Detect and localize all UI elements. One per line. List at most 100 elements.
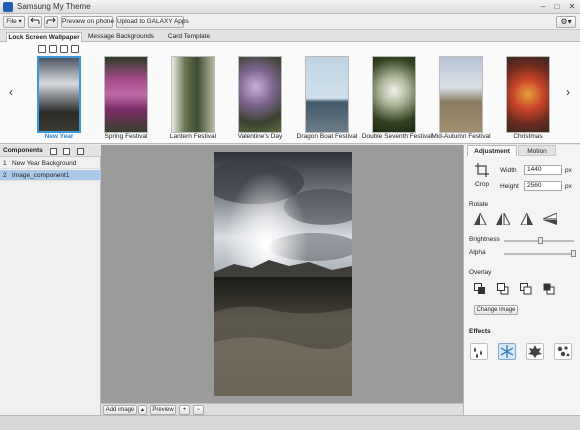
component-name: New Year Background — [12, 160, 77, 167]
delete-component-icon[interactable] — [77, 148, 84, 155]
wallpaper-gallery: ‹ › New Year Spring Festival Lantern Fes… — [0, 42, 580, 144]
bring-to-front-icon[interactable] — [474, 283, 486, 295]
zoom-in-button[interactable]: + — [179, 405, 190, 415]
width-field[interactable]: 1440 — [524, 165, 562, 175]
thumbnail-dragon-boat-festival[interactable] — [305, 56, 349, 133]
width-label: Width — [500, 167, 517, 174]
thumbnail-label: Dragon Boat Festival — [296, 133, 358, 140]
undo-icon — [30, 17, 40, 24]
thumbnail-double-seventh-festival[interactable] — [372, 56, 416, 133]
add-image-button[interactable]: Add image — [103, 405, 137, 415]
send-to-back-icon[interactable] — [543, 283, 555, 295]
preview-on-phone-button[interactable]: Preview on phone — [61, 16, 114, 28]
redo-icon — [46, 17, 56, 24]
send-backward-icon[interactable] — [520, 283, 532, 295]
components-title: Components — [3, 147, 43, 154]
close-button[interactable]: ✕ — [565, 1, 579, 13]
undo-button[interactable] — [28, 16, 42, 28]
status-bar — [0, 415, 580, 430]
title-bar: Samsung My Theme – □ ✕ — [0, 0, 580, 14]
flip-vertical-icon[interactable] — [542, 212, 558, 225]
tab-card-template[interactable]: Card Template — [160, 32, 218, 42]
zoom-out-button[interactable]: − — [193, 405, 204, 415]
thumbnail-valentines-day[interactable] — [238, 56, 282, 133]
delete-icon[interactable] — [71, 45, 79, 53]
gallery-prev-button[interactable]: ‹ — [6, 86, 16, 98]
maximize-button[interactable]: □ — [550, 1, 564, 13]
template-tabs: Lock Screen Wallpaper Message Background… — [0, 30, 580, 43]
thumbnail-label: Lantern Festival — [169, 133, 217, 140]
brightness-slider-handle[interactable] — [538, 237, 543, 244]
component-row[interactable]: 1 New Year Background — [0, 158, 101, 169]
thumbnail-label: New Year — [44, 133, 74, 140]
component-number: 2 — [3, 172, 7, 179]
thumbnail-label: Double Seventh Festival — [361, 133, 433, 140]
minimize-button[interactable]: – — [536, 1, 550, 13]
snowflake-icon — [500, 345, 514, 358]
samsung-theme-app-icon — [3, 2, 13, 12]
component-number: 1 — [3, 160, 7, 167]
rotate-left-icon[interactable] — [473, 212, 487, 226]
component-name: Image_component1 — [12, 172, 70, 179]
settings-button[interactable]: ⚙▾ — [556, 16, 576, 28]
main-toolbar: File ▾ Preview on phone Upload to GALAXY… — [0, 14, 580, 30]
editing-canvas[interactable] — [101, 145, 463, 403]
thumbnail-label: Spring Festival — [104, 133, 148, 140]
bring-forward-icon[interactable] — [497, 283, 509, 295]
thumbnail-label: Mid-Autumn Festival — [431, 133, 491, 140]
height-label: Height — [500, 183, 519, 190]
flip-horizontal-icon[interactable] — [496, 212, 511, 226]
thumbnail-mid-autumn-festival[interactable] — [439, 56, 483, 133]
window-title: Samsung My Theme — [17, 2, 91, 11]
change-image-button[interactable]: Change image — [474, 305, 518, 315]
crop-label: Crop — [475, 181, 490, 188]
thumbnail-spring-festival[interactable] — [104, 56, 148, 133]
add-image-dropdown-button[interactable]: ▴ — [138, 405, 147, 415]
raindrops-icon — [474, 347, 482, 358]
effect-snow-button[interactable] — [498, 343, 516, 360]
overlay-label: Overlay — [469, 269, 492, 276]
petals-icon — [557, 346, 570, 357]
alpha-slider-handle[interactable] — [571, 250, 576, 257]
file-menu-button[interactable]: File ▾ — [3, 16, 25, 28]
height-unit: px — [565, 183, 572, 190]
maple-leaf-icon — [528, 345, 542, 358]
zoom-in-icon: + — [182, 407, 187, 413]
gallery-next-button[interactable]: › — [563, 86, 573, 98]
alpha-slider-track[interactable] — [504, 253, 574, 255]
preview-button[interactable]: Preview — [150, 405, 176, 415]
upload-to-galaxy-apps-button[interactable]: Upload to GALAXY Apps — [116, 16, 189, 28]
tab-motion[interactable]: Motion — [518, 145, 556, 156]
cut-icon[interactable] — [49, 45, 57, 53]
new-year-landscape-image — [214, 152, 352, 396]
wallpaper-preview-image[interactable] — [214, 152, 352, 396]
redo-button[interactable] — [44, 16, 58, 28]
height-field[interactable]: 2560 — [524, 181, 562, 191]
duplicate-component-icon[interactable] — [63, 148, 70, 155]
tab-adjustment[interactable]: Adjustment — [467, 145, 517, 156]
alpha-label: Alpha — [469, 249, 486, 256]
rotate-label: Rotate — [469, 201, 489, 208]
effect-rain-button[interactable] — [470, 343, 488, 360]
add-component-icon[interactable] — [50, 148, 57, 155]
copy-icon[interactable] — [38, 45, 46, 53]
width-unit: px — [565, 167, 572, 174]
properties-panel: Adjustment Motion Crop Width 1440 px Hei… — [463, 145, 580, 415]
canvas-bottom-bar: Add image ▴ Preview + − — [101, 403, 463, 415]
thumbnail-christmas[interactable] — [506, 56, 550, 133]
thumbnail-label: Valentine's Day — [237, 133, 283, 140]
tab-message-backgrounds[interactable]: Message Backgrounds — [84, 32, 158, 42]
rotate-right-icon[interactable] — [520, 212, 534, 226]
effect-leaves-button[interactable] — [526, 343, 544, 360]
thumbnail-new-year[interactable] — [37, 56, 81, 133]
save-icon[interactable] — [60, 45, 68, 53]
effects-label: Effects — [469, 328, 491, 335]
components-header: Components — [0, 145, 101, 157]
components-panel: Components 1 New Year Background 2 Image… — [0, 145, 101, 415]
thumbnail-lantern-festival[interactable] — [171, 56, 215, 133]
effect-petals-button[interactable] — [554, 343, 572, 360]
brightness-label: Brightness — [469, 236, 500, 243]
crop-icon[interactable] — [475, 163, 489, 177]
component-row[interactable]: 2 Image_component1 — [0, 170, 101, 181]
gear-icon: ⚙▾ — [560, 17, 572, 26]
